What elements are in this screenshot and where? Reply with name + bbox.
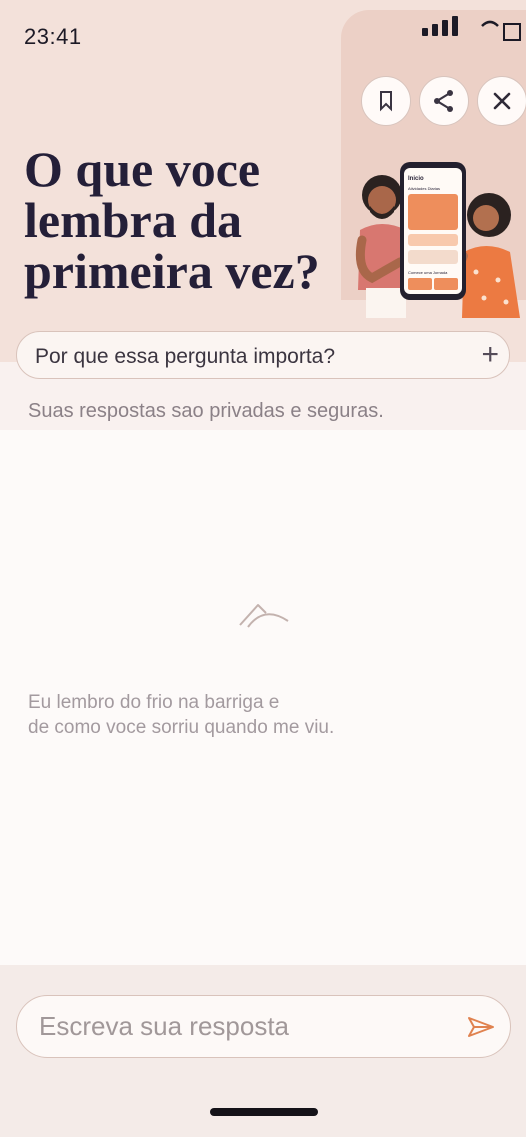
phone-screen-section: Atividades Diarias: [408, 186, 440, 191]
home-indicator[interactable]: [210, 1108, 318, 1116]
privacy-note: Suas respostas sao privadas e seguras.: [28, 400, 384, 422]
wifi-icon: [481, 20, 499, 27]
couple-with-phone-illustration: Inicio Atividades Diarias Comece uma Jor…: [355, 162, 520, 318]
bookmark-button[interactable]: [361, 76, 411, 126]
share-icon: [434, 90, 453, 112]
send-icon[interactable]: [467, 1016, 495, 1038]
answer-input[interactable]: [39, 996, 449, 1056]
close-button[interactable]: [477, 76, 526, 126]
answer-composer: [16, 995, 511, 1058]
phone-screen-footer: Comece uma Jornada: [408, 270, 448, 275]
close-icon: [493, 92, 511, 110]
plus-icon[interactable]: +: [481, 338, 499, 372]
why-question-label: Por que essa pergunta importa?: [35, 345, 336, 368]
mountain-icon: [239, 604, 289, 628]
example-answer-line-1: Eu lembro do frio na barriga e: [28, 692, 280, 713]
signal-icon: [422, 16, 458, 36]
example-answer-line-2: de como voce sorriu quando me viu.: [28, 717, 335, 738]
why-question-matters-toggle[interactable]: Por que essa pergunta importa? +: [16, 331, 510, 379]
page-title: O que voce lembra da primeira vez?: [24, 141, 320, 299]
status-icons: [422, 16, 521, 41]
share-button[interactable]: [419, 76, 469, 126]
battery-icon: [503, 23, 521, 41]
status-time: 23:41: [24, 24, 82, 49]
bookmark-icon: [380, 91, 392, 112]
example-answer: Eu lembro do frio na barriga e de como v…: [28, 690, 334, 740]
phone-screen-title: Inicio: [408, 176, 424, 182]
